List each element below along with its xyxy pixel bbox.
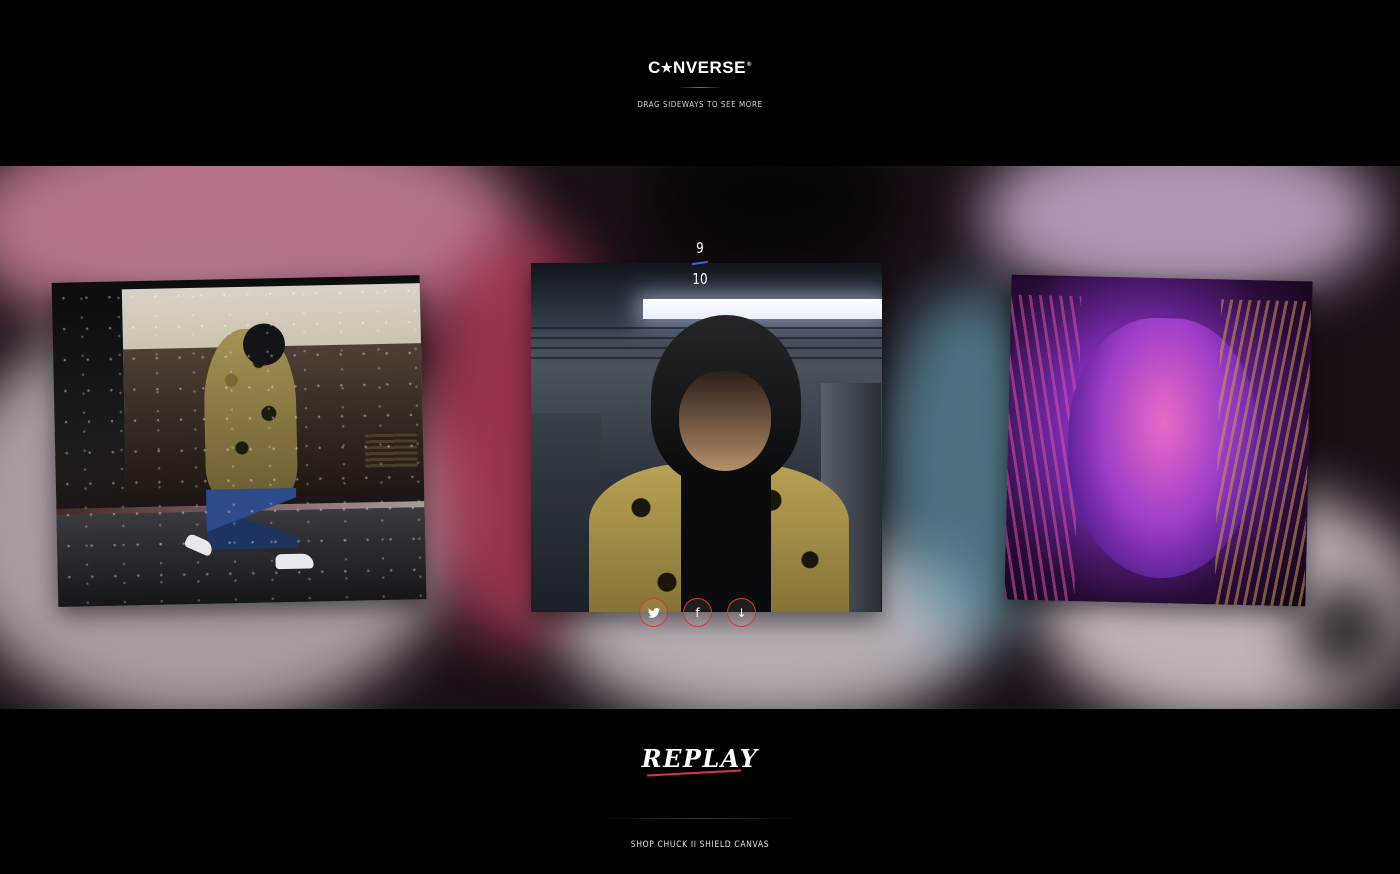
footer-divider xyxy=(600,818,800,819)
twitter-share-button[interactable] xyxy=(639,598,668,627)
slide-counter-current: 9 xyxy=(696,239,704,257)
header-divider xyxy=(677,87,723,88)
background-blob xyxy=(1300,586,1390,676)
gallery-photo-next[interactable] xyxy=(1004,274,1313,607)
shop-link[interactable]: SHOP CHUCK II SHIELD CANVAS xyxy=(70,840,1330,850)
star-icon: ★ xyxy=(660,60,674,75)
download-icon: ↓ xyxy=(736,605,747,620)
photo-lamp xyxy=(643,299,882,319)
photo-jacket-inner xyxy=(681,469,771,612)
gallery-photo-prev[interactable] xyxy=(51,275,427,607)
registered-mark: ® xyxy=(746,62,752,68)
twitter-icon xyxy=(647,607,660,618)
gallery-photo-current[interactable] xyxy=(531,263,882,612)
slide-counter-total: 10 xyxy=(692,270,708,288)
converse-logo[interactable]: C★NVERSE® xyxy=(0,58,1400,78)
photo-face xyxy=(679,371,771,471)
photo-hair xyxy=(1214,299,1312,607)
download-button[interactable]: ↓ xyxy=(727,598,756,627)
gallery-stage[interactable]: 9 10 f ↓ xyxy=(0,166,1400,709)
replay-logo[interactable]: REPLAY xyxy=(0,744,1400,773)
header: C★NVERSE® DRAG SIDEWAYS TO SEE MORE xyxy=(0,0,1400,166)
facebook-share-button[interactable]: f xyxy=(683,598,712,627)
logo-text-rest: NVERSE xyxy=(673,58,746,77)
logo-text-c: C xyxy=(648,58,661,77)
photo-rain xyxy=(51,275,427,607)
drag-hint: DRAG SIDEWAYS TO SEE MORE xyxy=(637,100,763,109)
facebook-icon: f xyxy=(695,605,700,620)
page: C★NVERSE® DRAG SIDEWAYS TO SEE MORE 9 10… xyxy=(0,0,1400,874)
